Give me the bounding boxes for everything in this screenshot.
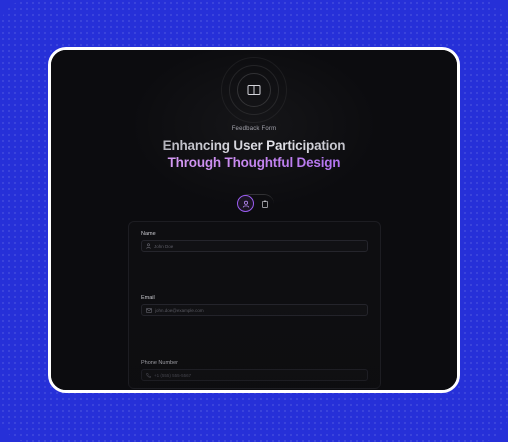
feedback-screen: Feedback Form Enhancing User Participati…	[51, 50, 457, 390]
phone-input[interactable]	[154, 370, 354, 380]
feedback-form-card: Name Email Phone Number	[128, 221, 381, 389]
form-mode-toggle	[234, 193, 274, 215]
user-icon	[242, 200, 249, 208]
name-label: Name	[141, 231, 156, 237]
email-field[interactable]	[141, 304, 368, 316]
toggle-clipboard-button[interactable]	[256, 195, 273, 212]
book-icon	[247, 85, 261, 95]
mail-icon	[146, 307, 152, 313]
user-icon	[146, 243, 151, 249]
email-input[interactable]	[155, 305, 355, 315]
header-rings	[219, 55, 289, 125]
email-label: Email	[141, 295, 155, 301]
toggle-user-button[interactable]	[237, 195, 254, 212]
device-frame: Feedback Form Enhancing User Participati…	[48, 47, 460, 393]
name-field[interactable]	[141, 240, 368, 252]
name-input[interactable]	[154, 241, 354, 251]
phone-icon	[146, 372, 151, 378]
clipboard-icon	[261, 200, 268, 208]
phone-label: Phone Number	[141, 360, 178, 366]
outer-background: Feedback Form Enhancing User Participati…	[0, 0, 508, 442]
form-eyebrow: Feedback Form	[231, 126, 277, 132]
page-title-line2: Through Thoughtful Design	[51, 155, 457, 170]
phone-field[interactable]	[141, 369, 368, 381]
page-title-line1: Enhancing User Participation	[51, 138, 457, 153]
